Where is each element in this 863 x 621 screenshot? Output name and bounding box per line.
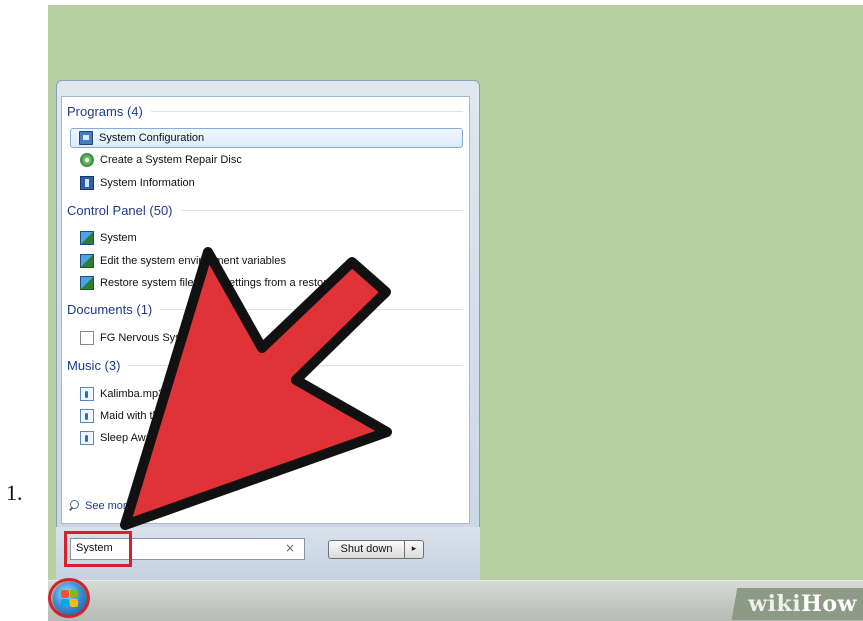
result-item-label: Edit the system environment variables bbox=[100, 255, 286, 267]
search-highlight-box bbox=[64, 531, 132, 567]
result-item-label: Restore system files and settings from a… bbox=[100, 277, 360, 289]
search-icon bbox=[68, 500, 80, 512]
result-item-system-configuration[interactable]: System Configuration bbox=[70, 128, 463, 148]
watermark-how: How bbox=[801, 591, 857, 617]
info-icon bbox=[80, 176, 94, 190]
result-item-label: System Configuration bbox=[99, 132, 205, 144]
result-item-restore-system-files[interactable]: Restore system files and settings from a… bbox=[72, 273, 463, 293]
result-item-label: Sleep Away.mp3 bbox=[100, 432, 181, 444]
watermark-wiki: wiki bbox=[748, 591, 802, 617]
control-panel-icon bbox=[80, 254, 94, 268]
disc-icon bbox=[80, 153, 94, 167]
group-header-documents[interactable]: Documents (1) bbox=[67, 302, 463, 317]
group-header-label: Documents (1) bbox=[67, 302, 153, 317]
result-item-fg-nervous-system[interactable]: FG Nervous System bbox=[72, 328, 463, 348]
group-header-music[interactable]: Music (3) bbox=[67, 358, 463, 373]
close-icon[interactable]: × bbox=[283, 539, 297, 557]
see-more-results-link[interactable]: See more results bbox=[68, 500, 168, 512]
group-header-control-panel[interactable]: Control Panel (50) bbox=[67, 203, 463, 218]
group-header-label: Programs (4) bbox=[67, 104, 143, 119]
result-item-label: Create a System Repair Disc bbox=[100, 154, 242, 166]
divider bbox=[128, 365, 463, 366]
divider bbox=[160, 309, 463, 310]
document-icon bbox=[80, 331, 94, 345]
music-file-icon bbox=[80, 431, 94, 445]
result-item-label: Maid with the Flaxen Hair.mp3 bbox=[100, 410, 248, 422]
control-panel-icon bbox=[80, 276, 94, 290]
result-item-create-system-repair-disc[interactable]: Create a System Repair Disc bbox=[72, 150, 463, 170]
tutorial-image: 1. Programs (4) System Configuration Cre… bbox=[0, 0, 863, 621]
music-file-icon bbox=[80, 387, 94, 401]
shut-down-options-arrow-icon[interactable]: ▸ bbox=[404, 540, 424, 559]
result-item-sleep-away[interactable]: Sleep Away.mp3 bbox=[72, 428, 463, 448]
result-item-label: FG Nervous System bbox=[100, 332, 200, 344]
monitor-icon bbox=[79, 131, 93, 145]
see-more-label: See more results bbox=[85, 500, 169, 512]
divider bbox=[150, 111, 463, 112]
result-item-kalimba[interactable]: Kalimba.mp3 bbox=[72, 384, 463, 404]
wikihow-watermark: wikiHow bbox=[748, 591, 857, 617]
result-item-system[interactable]: System bbox=[72, 228, 463, 248]
group-header-programs[interactable]: Programs (4) bbox=[67, 104, 463, 119]
result-item-label: System bbox=[100, 232, 137, 244]
group-header-label: Control Panel (50) bbox=[67, 203, 173, 218]
music-file-icon bbox=[80, 409, 94, 423]
result-item-label: Kalimba.mp3 bbox=[100, 388, 165, 400]
control-panel-icon bbox=[80, 231, 94, 245]
shut-down-button[interactable]: Shut down bbox=[328, 540, 404, 559]
divider bbox=[180, 210, 463, 211]
start-button-highlight bbox=[48, 578, 90, 618]
result-item-label: System Information bbox=[100, 177, 195, 189]
step-number: 1. bbox=[6, 480, 23, 505]
result-item-environment-variables[interactable]: Edit the system environment variables bbox=[72, 251, 463, 271]
result-item-maid-with-the-flaxen-hair[interactable]: Maid with the Flaxen Hair.mp3 bbox=[72, 406, 463, 426]
group-header-label: Music (3) bbox=[67, 358, 121, 373]
result-item-system-information[interactable]: System Information bbox=[72, 173, 463, 193]
